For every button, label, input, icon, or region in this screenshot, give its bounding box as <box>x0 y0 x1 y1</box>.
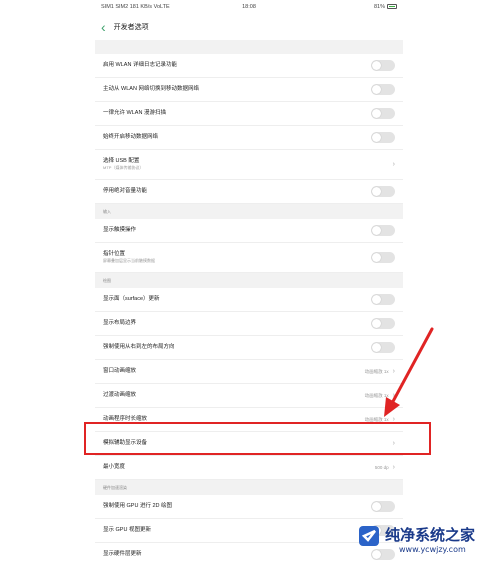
page-title: 开发者选项 <box>113 24 149 31</box>
settings-row[interactable]: 强制使用从右到左的布局方向 <box>95 336 403 360</box>
row-label: 显示布局边界 <box>103 320 137 327</box>
row-label: 显示 GPU 视图更新 <box>103 527 151 534</box>
row-text: 显示面（surface）更新 <box>103 296 371 303</box>
row-label: 停用绝对音量功能 <box>103 188 148 195</box>
row-sublabel: 屏幕叠加层显示当前触摸数据 <box>103 258 155 264</box>
nav-bar: ‹ 开发者选项 <box>95 14 403 40</box>
settings-row[interactable]: 指针位置 屏幕叠加层显示当前触摸数据 <box>95 243 403 273</box>
settings-row[interactable]: 最小宽度 500 dp › <box>95 456 403 480</box>
settings-row[interactable]: 始终开启移动数据网络 <box>95 126 403 150</box>
watermark-url: www.ycwjzy.com <box>399 545 466 554</box>
row-label: 强制使用从右到左的布局方向 <box>103 344 175 351</box>
toggle-switch[interactable] <box>371 132 395 143</box>
chevron-right-icon: › <box>392 161 395 168</box>
toggle-switch[interactable] <box>371 60 395 71</box>
row-label: 窗口动画缩放 <box>103 368 137 375</box>
row-text: 窗口动画缩放 <box>103 368 365 375</box>
settings-row[interactable]: 显示面（surface）更新 <box>95 288 403 312</box>
settings-group-network: 启用 WLAN 详细日志记录功能主动从 WLAN 网络切换到移动数据网络 一律允许… <box>95 54 403 204</box>
row-text: 显示硬件层更新 <box>103 551 371 558</box>
row-label: 显示触摸操作 <box>103 227 137 234</box>
row-label: 一律允许 WLAN 漫游扫描 <box>103 110 166 117</box>
watermark-logo-icon: 纯净系统之家 www.ycwjzy.com <box>359 526 475 554</box>
settings-row[interactable]: 启用 WLAN 详细日志记录功能 <box>95 54 403 78</box>
settings-row[interactable]: 一律允许 WLAN 漫游扫描 <box>95 102 403 126</box>
row-text: 始终开启移动数据网络 <box>103 134 371 141</box>
top-gap <box>95 40 403 54</box>
section-header-drawing: 绘图 <box>95 273 403 288</box>
row-text: 一律允许 WLAN 漫游扫描 <box>103 110 371 117</box>
row-text: 最小宽度 <box>103 464 375 471</box>
row-label: 启用 WLAN 详细日志记录功能 <box>103 62 177 69</box>
battery-icon <box>387 4 398 10</box>
settings-row[interactable]: 显示触摸操作 <box>95 219 403 243</box>
battery-indicator: 81% <box>298 4 398 10</box>
row-label: 显示面（surface）更新 <box>103 296 160 303</box>
row-label: 主动从 WLAN 网络切换到移动数据网络 <box>103 86 199 93</box>
settings-row[interactable]: 窗口动画缩放 动画缩放 1x › <box>95 360 403 384</box>
status-bar: SIM1 SIM2 181 KB/s VoLTE 18:08 81% <box>95 0 403 14</box>
toggle-switch[interactable] <box>371 186 395 197</box>
row-text: 强制使用从右到左的布局方向 <box>103 344 371 351</box>
settings-row[interactable]: 主动从 WLAN 网络切换到移动数据网络 <box>95 78 403 102</box>
watermark-title: 纯净系统之家 <box>385 526 475 544</box>
toggle-switch[interactable] <box>371 294 395 305</box>
row-text: 显示触摸操作 <box>103 227 371 234</box>
row-label: 过渡动画缩放 <box>103 392 137 399</box>
section-header-input: 输入 <box>95 204 403 219</box>
row-text: 显示 GPU 视图更新 <box>103 527 371 534</box>
row-text: 选择 USB 配置 MTP（媒体传输协议） <box>103 158 393 172</box>
row-label: 指针位置 <box>103 250 126 257</box>
row-text: 停用绝对音量功能 <box>103 188 371 195</box>
settings-row[interactable]: 停用绝对音量功能 <box>95 180 403 204</box>
settings-group-input: 显示触摸操作 指针位置 屏幕叠加层显示当前触摸数据 <box>95 219 403 273</box>
row-text: 显示布局边界 <box>103 320 371 327</box>
toggle-switch[interactable] <box>371 501 395 512</box>
back-icon[interactable]: ‹ <box>101 20 106 34</box>
settings-row[interactable]: 显示布局边界 <box>95 312 403 336</box>
row-text: 启用 WLAN 详细日志记录功能 <box>103 62 371 69</box>
row-label: 强制使用 GPU 进行 2D 绘图 <box>103 503 173 510</box>
clock: 18:08 <box>242 4 256 10</box>
toggle-switch[interactable] <box>371 252 395 263</box>
row-label: 最小宽度 <box>103 464 126 471</box>
section-header-hardware: 硬件加速渲染 <box>95 480 403 495</box>
toggle-switch[interactable] <box>371 225 395 236</box>
watermark: 纯净系统之家 www.ycwjzy.com <box>355 512 495 558</box>
signal-indicator: SIM1 SIM2 181 KB/s VoLTE <box>101 4 170 10</box>
row-text: 过渡动画缩放 <box>103 392 365 399</box>
row-text: 主动从 WLAN 网络切换到移动数据网络 <box>103 86 371 93</box>
red-arrow-icon <box>384 327 434 417</box>
chevron-right-icon: › <box>392 464 395 471</box>
toggle-switch[interactable] <box>371 84 395 95</box>
phone-screen: SIM1 SIM2 181 KB/s VoLTE 18:08 81% ‹ 开发者… <box>95 0 403 563</box>
row-label: 选择 USB 配置 <box>103 157 140 164</box>
row-sublabel: MTP（媒体传输协议） <box>103 165 144 171</box>
row-label: 始终开启移动数据网络 <box>103 134 159 141</box>
row-text: 指针位置 屏幕叠加层显示当前触摸数据 <box>103 251 371 265</box>
row-value: 500 dp <box>374 465 389 470</box>
settings-row[interactable]: 过渡动画缩放 动画缩放 1x › <box>95 384 403 408</box>
row-text: 强制使用 GPU 进行 2D 绘图 <box>103 503 371 510</box>
toggle-switch[interactable] <box>371 108 395 119</box>
row-label: 显示硬件层更新 <box>103 551 142 558</box>
highlight-box <box>84 422 431 455</box>
settings-row[interactable]: 选择 USB 配置 MTP（媒体传输协议） › <box>95 150 403 180</box>
